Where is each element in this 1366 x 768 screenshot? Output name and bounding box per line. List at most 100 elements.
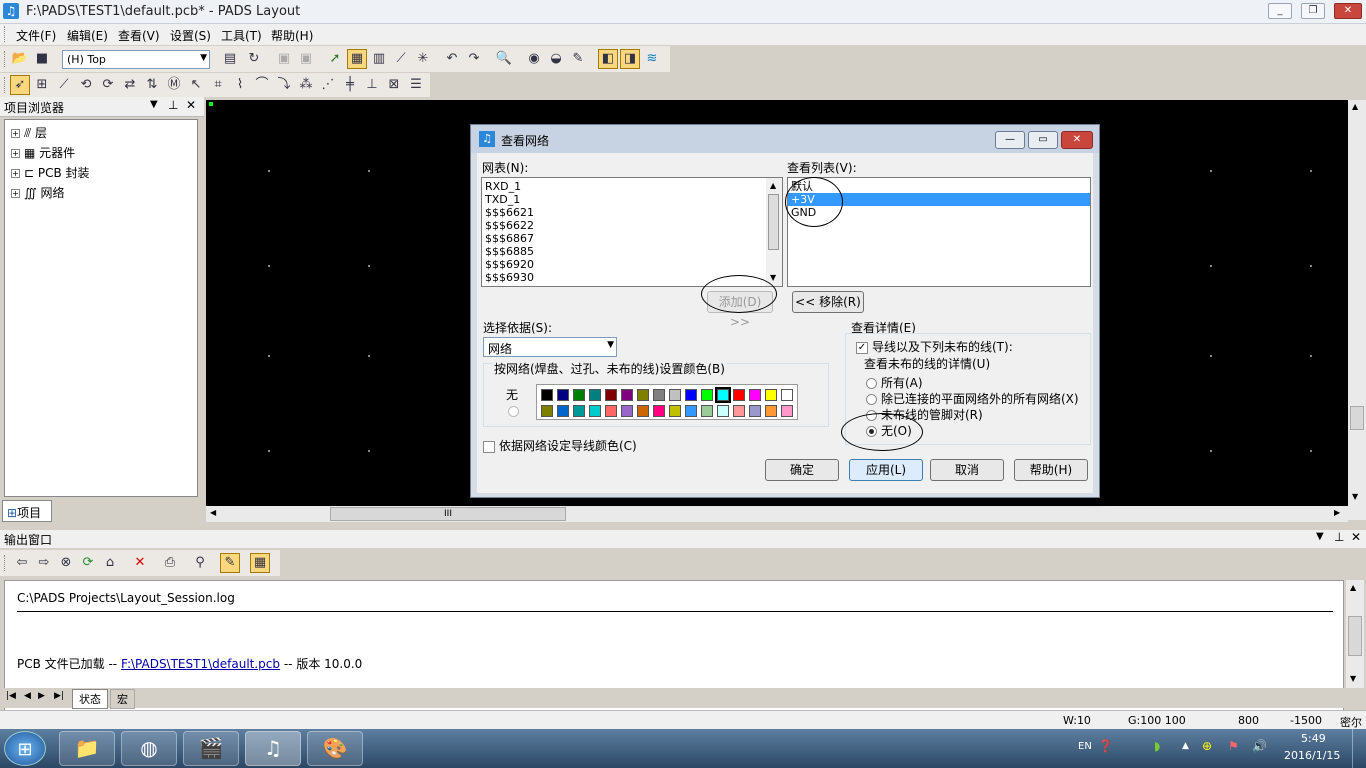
expand-icon[interactable]: +	[11, 149, 20, 158]
test-point-icon[interactable]: ⊠	[384, 75, 404, 95]
tab-macro[interactable]: 宏	[110, 689, 135, 709]
layer-select[interactable]: (H) Top ▼	[62, 50, 210, 69]
color-swatch[interactable]	[557, 405, 569, 417]
output-scrollbar[interactable]: ▲ ▼	[1346, 580, 1364, 688]
bus-icon[interactable]: ╪	[340, 75, 360, 95]
cancel-button[interactable]: 取消	[930, 459, 1004, 481]
remove-button[interactable]: << 移除(R)	[792, 291, 864, 313]
color-swatch[interactable]	[605, 405, 617, 417]
sketch-icon[interactable]: ⟋	[391, 49, 411, 69]
close-icon[interactable]: ✕	[186, 98, 196, 112]
color-swatch[interactable]	[669, 389, 681, 401]
color-swatch[interactable]	[749, 405, 761, 417]
help-icon[interactable]: ❓	[1098, 739, 1113, 753]
scroll-down-icon[interactable]: ▼	[1350, 674, 1356, 683]
color-none-radio[interactable]	[508, 404, 523, 418]
dialog-maximize-button[interactable]: ▭	[1028, 131, 1058, 149]
pcb-file-link[interactable]: F:\PADS\TEST1\default.pcb	[121, 657, 280, 671]
scroll-down-icon[interactable]: ▼	[1352, 492, 1358, 501]
unrouted-radio-option[interactable]: 除已连接的平面网络外的所有网络(X)	[866, 390, 1079, 407]
paste-icon[interactable]: ▣	[296, 49, 316, 69]
window-icon[interactable]: ◨	[620, 49, 640, 69]
tree-item-nets[interactable]: + ∭ 网络	[11, 184, 65, 202]
menu-setup[interactable]: 设置(S)	[170, 27, 211, 44]
color-swatch[interactable]	[733, 389, 745, 401]
select-by-combo[interactable]: 网络 ▼	[483, 337, 617, 357]
color-swatch[interactable]	[653, 389, 665, 401]
help-button[interactable]: 帮助(H)	[1014, 459, 1088, 481]
apply-button[interactable]: 应用(L)	[849, 459, 923, 481]
zoom-icon[interactable]: 🔍	[494, 49, 514, 69]
color-swatch[interactable]	[715, 387, 731, 403]
vertical-scrollbar[interactable]: ▲ ▼	[1348, 100, 1366, 520]
pour-icon[interactable]: ◒	[546, 49, 566, 69]
net-list-item[interactable]: RXD_1	[482, 180, 766, 193]
rotate-icon[interactable]: ⟲	[76, 75, 96, 95]
menu-edit[interactable]: 编辑(E)	[67, 27, 108, 44]
stop-icon[interactable]: ⊗	[56, 553, 76, 573]
grid-icon[interactable]: ▦	[347, 49, 367, 69]
back-icon[interactable]: ⇦	[12, 553, 32, 573]
first-icon[interactable]: |◀	[6, 691, 16, 701]
net-list-item[interactable]: TXD_1	[482, 193, 766, 206]
next-icon[interactable]: ▶	[38, 691, 45, 701]
color-swatch[interactable]	[541, 405, 553, 417]
route-icon[interactable]: ➚	[325, 49, 345, 69]
via-icon[interactable]: ⊥	[362, 75, 382, 95]
redo-icon[interactable]: ↷	[464, 49, 484, 69]
color-swatch[interactable]	[765, 405, 777, 417]
color-swatch[interactable]	[685, 405, 697, 417]
tray-expand-icon[interactable]: ▲	[1182, 741, 1189, 751]
tree-item-components[interactable]: + ▦ 元器件	[11, 144, 75, 162]
view-icon[interactable]: ◉	[524, 49, 544, 69]
find-icon[interactable]: ⚲	[190, 553, 210, 573]
color-swatch[interactable]	[701, 389, 713, 401]
details-check-option[interactable]: ✓ 导线以及下列未布的线(T):	[856, 338, 1013, 355]
color-swatch[interactable]	[765, 389, 777, 401]
design-icon[interactable]: ▥	[369, 49, 389, 69]
grid-icon[interactable]: ▦	[250, 553, 270, 573]
cluster-icon[interactable]: ⁂	[296, 75, 316, 95]
edit-icon[interactable]: ✎	[220, 553, 240, 573]
tab-project[interactable]: ⊞项目	[2, 500, 52, 522]
minimize-button[interactable]: _	[1268, 3, 1292, 19]
color-swatch[interactable]	[589, 389, 601, 401]
scroll-thumb[interactable]: III	[330, 507, 566, 521]
start-button[interactable]: ⊞	[4, 731, 46, 766]
net-icon[interactable]: ✳	[413, 49, 433, 69]
pin-icon[interactable]: ⊥	[1334, 530, 1344, 544]
color-swatch[interactable]	[733, 405, 745, 417]
scroll-thumb[interactable]	[1348, 616, 1362, 656]
stretch-icon[interactable]: ⌇	[230, 75, 250, 95]
scroll-up-icon[interactable]: ▲	[770, 181, 776, 190]
pin-icon[interactable]: ⊥	[168, 98, 178, 112]
tab-status[interactable]: 状态	[72, 689, 108, 709]
paint-icon[interactable]: 🎨	[307, 731, 363, 766]
radial-icon[interactable]: ⇅	[142, 75, 162, 95]
move-icon[interactable]: ⊞	[32, 75, 52, 95]
forward-icon[interactable]: ⇨	[34, 553, 54, 573]
net-list-item[interactable]: $$$6920	[482, 258, 766, 271]
language-indicator[interactable]: EN	[1078, 741, 1092, 752]
trace-color-option[interactable]: 依据网络设定导线颜色(C)	[483, 437, 637, 454]
scroll-up-icon[interactable]: ▲	[1352, 102, 1358, 111]
net-list-item[interactable]: $$$6622	[482, 219, 766, 232]
tree-item-layers[interactable]: + ⫻ 层	[11, 124, 47, 142]
color-swatch[interactable]	[653, 405, 665, 417]
dropdown-icon[interactable]: ▼	[1316, 531, 1324, 542]
ok-button[interactable]: 确定	[765, 459, 839, 481]
last-icon[interactable]: ▶|	[54, 691, 64, 701]
cut-icon[interactable]: ▣	[274, 49, 294, 69]
align-icon[interactable]: Ⓜ	[164, 75, 184, 95]
radio-icon[interactable]	[866, 378, 877, 389]
net-list-scrollbar[interactable]: ▲ ▼	[766, 178, 782, 286]
clock-time[interactable]: 5:49	[1301, 732, 1326, 745]
color-swatch[interactable]	[557, 389, 569, 401]
scroll-left-icon[interactable]: ◀	[210, 508, 216, 517]
home-icon[interactable]: ⌂	[100, 553, 120, 573]
maximize-button[interactable]: ❐	[1301, 3, 1325, 19]
scroll-up-icon[interactable]: ▲	[1350, 583, 1356, 592]
dialog-close-button[interactable]: ✕	[1061, 131, 1093, 149]
checkbox-icon[interactable]: ✓	[856, 341, 868, 354]
refresh-icon[interactable]: ⟳	[78, 553, 98, 573]
